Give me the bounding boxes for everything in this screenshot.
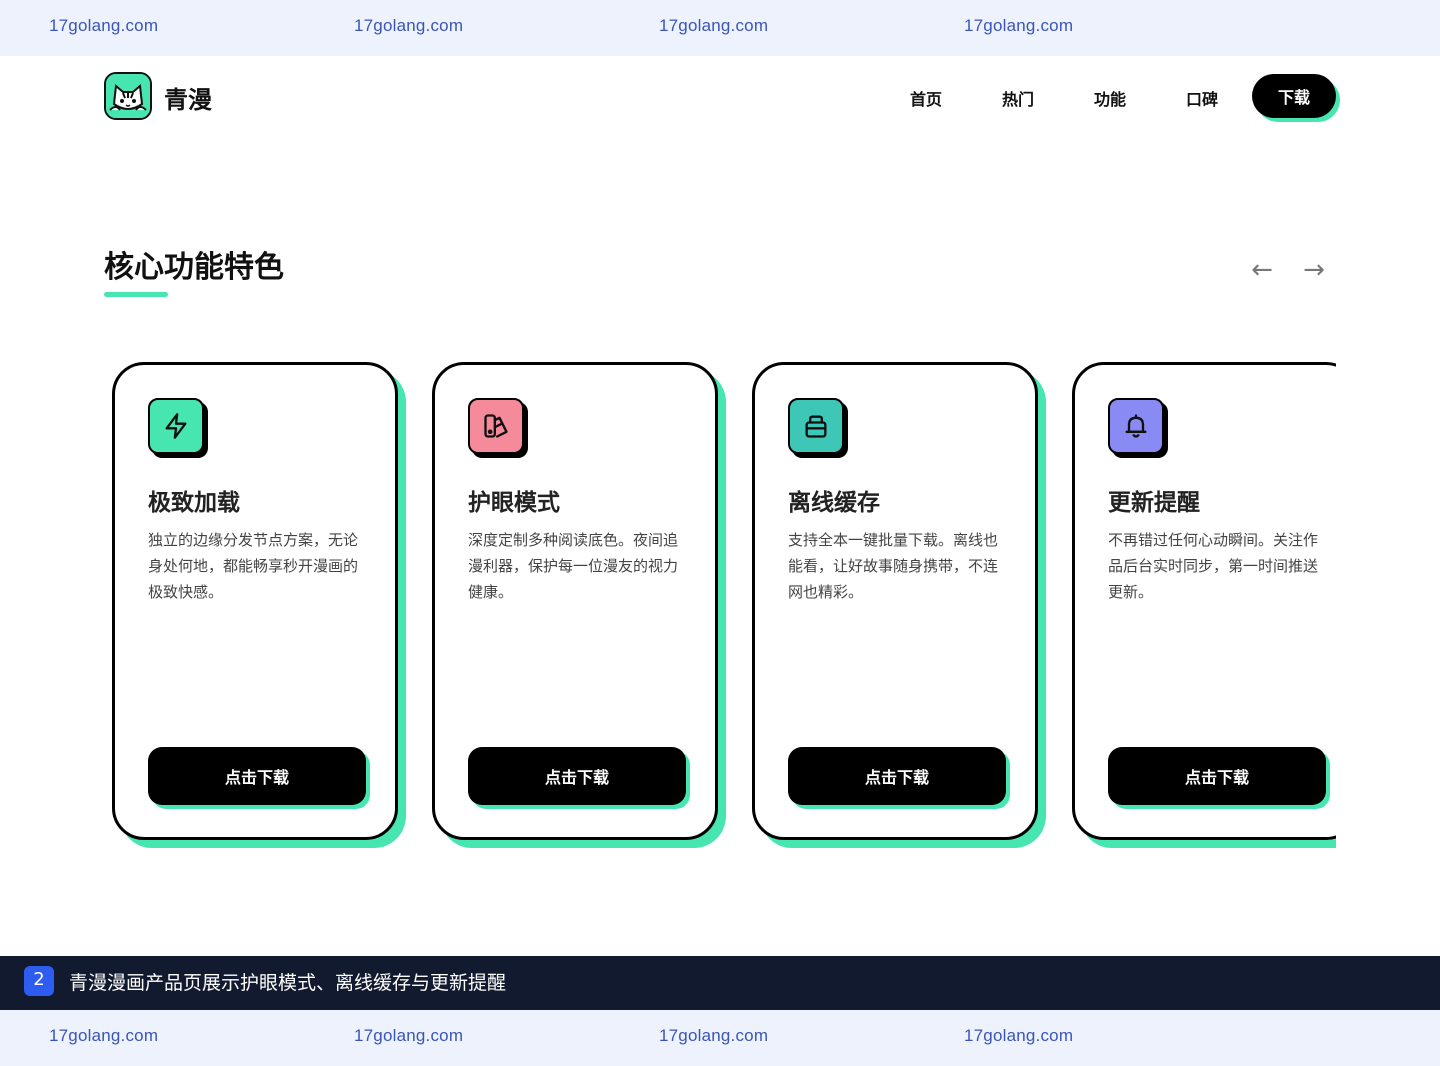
- feature-card: 护眼模式 深度定制多种阅读底色。夜间追漫利器，保护每一位漫友的视力健康。 点击下…: [432, 362, 718, 840]
- watermark-text: 17golang.com: [964, 16, 1074, 35]
- card-title: 更新提醒: [1108, 490, 1200, 516]
- palette-icon: [468, 398, 524, 454]
- card-download-button[interactable]: 点击下载: [788, 747, 1006, 805]
- card-download-button[interactable]: 点击下载: [1108, 747, 1326, 805]
- lightning-icon: [148, 398, 204, 454]
- nav-reviews[interactable]: 口碑: [1186, 86, 1218, 110]
- caption-bar: 2 青漫漫画产品页展示护眼模式、离线缓存与更新提醒: [0, 956, 1440, 1010]
- nav-features[interactable]: 功能: [1094, 86, 1126, 110]
- watermark-bar-bottom: 17golang.com 17golang.com 17golang.com 1…: [0, 1010, 1440, 1066]
- feature-card: 离线缓存 支持全本一键批量下载。离线也能看，让好故事随身携带，不连网也精彩。 点…: [752, 362, 1038, 840]
- card-download-button[interactable]: 点击下载: [148, 747, 366, 805]
- card-description: 独立的边缘分发节点方案，无论身处何地，都能畅享秒开漫画的极致快感。: [148, 531, 359, 601]
- card-title: 极致加载: [148, 490, 240, 516]
- watermark-text: 17golang.com: [354, 1026, 464, 1045]
- next-arrow-icon[interactable]: →: [1298, 256, 1330, 284]
- card-title: 离线缓存: [788, 490, 880, 516]
- prev-arrow-icon[interactable]: ←: [1246, 256, 1278, 284]
- card-description: 不再错过任何心动瞬间。关注作品后台实时同步，第一时间推送更新。: [1108, 531, 1319, 601]
- watermark-text: 17golang.com: [49, 16, 159, 35]
- watermark-text: 17golang.com: [964, 1026, 1074, 1045]
- watermark-text: 17golang.com: [659, 16, 769, 35]
- brand-name: 青漫: [164, 86, 212, 114]
- watermark-text: 17golang.com: [354, 16, 464, 35]
- watermark-text: 17golang.com: [49, 1026, 159, 1045]
- archive-icon: [788, 398, 844, 454]
- header-download-button[interactable]: 下载: [1252, 74, 1336, 118]
- title-underline: [104, 292, 168, 297]
- cat-logo-icon[interactable]: [104, 72, 152, 120]
- nav-home[interactable]: 首页: [910, 86, 942, 110]
- watermark-bar-top: 17golang.com 17golang.com 17golang.com 1…: [0, 0, 1440, 56]
- card-download-button[interactable]: 点击下载: [468, 747, 686, 805]
- caption-number-badge: 2: [24, 966, 54, 996]
- feature-carousel: 极致加载 独立的边缘分发节点方案，无论身处何地，都能畅享秒开漫画的极致快感。 点…: [100, 350, 1336, 870]
- feature-card: 极致加载 独立的边缘分发节点方案，无论身处何地，都能畅享秒开漫画的极致快感。 点…: [112, 362, 398, 840]
- bell-icon: [1108, 398, 1164, 454]
- site-header: 青漫 首页 热门 功能 口碑 下载: [0, 56, 1440, 140]
- nav-hot[interactable]: 热门: [1002, 86, 1034, 110]
- feature-card: 更新提醒 不再错过任何心动瞬间。关注作品后台实时同步，第一时间推送更新。 点击下…: [1072, 362, 1336, 840]
- card-description: 深度定制多种阅读底色。夜间追漫利器，保护每一位漫友的视力健康。: [468, 531, 679, 601]
- card-title: 护眼模式: [468, 490, 560, 516]
- section-title: 核心功能特色: [104, 250, 284, 285]
- caption-text: 青漫漫画产品页展示护眼模式、离线缓存与更新提醒: [69, 972, 507, 994]
- card-description: 支持全本一键批量下载。离线也能看，让好故事随身携带，不连网也精彩。: [788, 531, 999, 601]
- watermark-text: 17golang.com: [659, 1026, 769, 1045]
